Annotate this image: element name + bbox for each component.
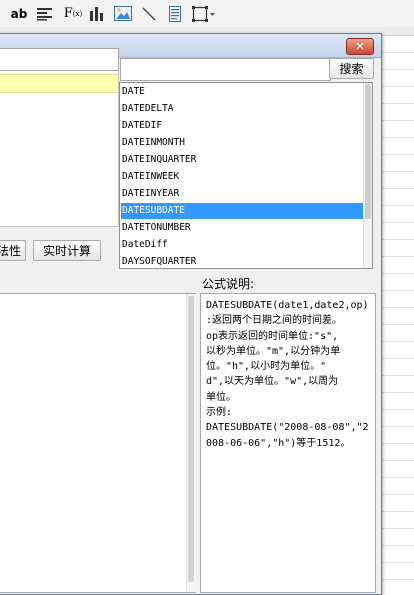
function-list-item[interactable]: DATEINWEEK bbox=[121, 169, 364, 185]
formula-icon[interactable]: F (x) bbox=[63, 4, 83, 23]
function-list-item-selected[interactable]: DATESUBDATE bbox=[121, 203, 364, 219]
description-line: d",以天为单位。"w",以周为 bbox=[206, 376, 339, 388]
function-list-item[interactable]: DATEDIF bbox=[121, 118, 364, 134]
function-list-item[interactable]: DATEINQUARTER bbox=[121, 152, 364, 168]
editor-scroll-thumb[interactable] bbox=[188, 296, 194, 582]
function-list-item[interactable]: DATETONUMBER bbox=[121, 220, 364, 236]
image-icon[interactable] bbox=[113, 4, 133, 23]
description-line: 单位。 bbox=[206, 391, 236, 403]
function-list-item[interactable]: DATEINYEAR bbox=[121, 186, 364, 202]
line-icon[interactable] bbox=[140, 4, 158, 23]
spreadsheet-background bbox=[380, 36, 414, 588]
description-box: DATESUBDATE(date1,date2,op) :返回两个日期之间的时间… bbox=[200, 293, 376, 593]
function-list-scrollbar[interactable] bbox=[363, 83, 372, 268]
description-line: 以秒为单位。"m",以分钟为单 bbox=[206, 345, 341, 357]
function-list-item[interactable]: DateDiff bbox=[121, 237, 364, 253]
description-line: 示例: bbox=[206, 407, 233, 419]
function-search-input[interactable] bbox=[120, 58, 331, 81]
function-list-scroll-thumb[interactable] bbox=[365, 84, 371, 219]
formula-editor-area[interactable] bbox=[0, 293, 196, 593]
category-list[interactable] bbox=[0, 71, 119, 227]
validity-button[interactable]: 法性 bbox=[0, 240, 26, 261]
formula-input[interactable] bbox=[0, 48, 119, 71]
function-list-item[interactable]: DATE bbox=[121, 84, 364, 100]
description-line: DATESUBDATE(date1,date2,op) bbox=[206, 300, 369, 311]
description-line: :返回两个日期之间的时间差。 bbox=[206, 315, 343, 327]
description-line: 008-06-06","h")等于1512。 bbox=[206, 437, 351, 449]
close-button[interactable]: ✕ bbox=[346, 38, 374, 55]
description-line: 位。"h",以小时为单位。" bbox=[206, 361, 327, 373]
validity-button-label: 法性 bbox=[0, 244, 21, 258]
bar-chart-icon[interactable] bbox=[88, 4, 106, 23]
description-line: op表示返回的时间单位:"s", bbox=[206, 330, 339, 342]
description-line: DATESUBDATE("2008-08-08","2 bbox=[206, 422, 369, 434]
category-list-selected-row[interactable] bbox=[0, 74, 118, 93]
description-label: 公式说明: bbox=[202, 277, 255, 291]
function-list-item[interactable]: DATEINMONTH bbox=[121, 135, 364, 151]
search-button[interactable]: 搜索 bbox=[329, 58, 374, 79]
border-icon[interactable] bbox=[192, 4, 216, 23]
textbox-icon[interactable] bbox=[167, 4, 183, 23]
realtime-calc-button[interactable]: 实时计算 bbox=[33, 240, 101, 261]
formula-icon-letter: F bbox=[63, 6, 73, 21]
function-list-item[interactable]: DATEDELTA bbox=[121, 101, 364, 117]
app-toolbar: ab F (x) bbox=[0, 0, 414, 28]
editor-scrollbar[interactable] bbox=[186, 294, 196, 592]
align-left-icon[interactable] bbox=[36, 4, 54, 23]
function-list[interactable]: DATE DATEDELTA DATEDIF DATEINMONTH DATEI… bbox=[119, 82, 373, 269]
formula-icon-sub: (x) bbox=[72, 9, 83, 18]
realtime-calc-button-label: 实时计算 bbox=[42, 244, 91, 258]
function-list-item[interactable]: DAYSOFQUARTER bbox=[121, 254, 364, 268]
search-button-label: 搜索 bbox=[339, 62, 364, 76]
text-style-button[interactable]: ab bbox=[11, 4, 28, 23]
